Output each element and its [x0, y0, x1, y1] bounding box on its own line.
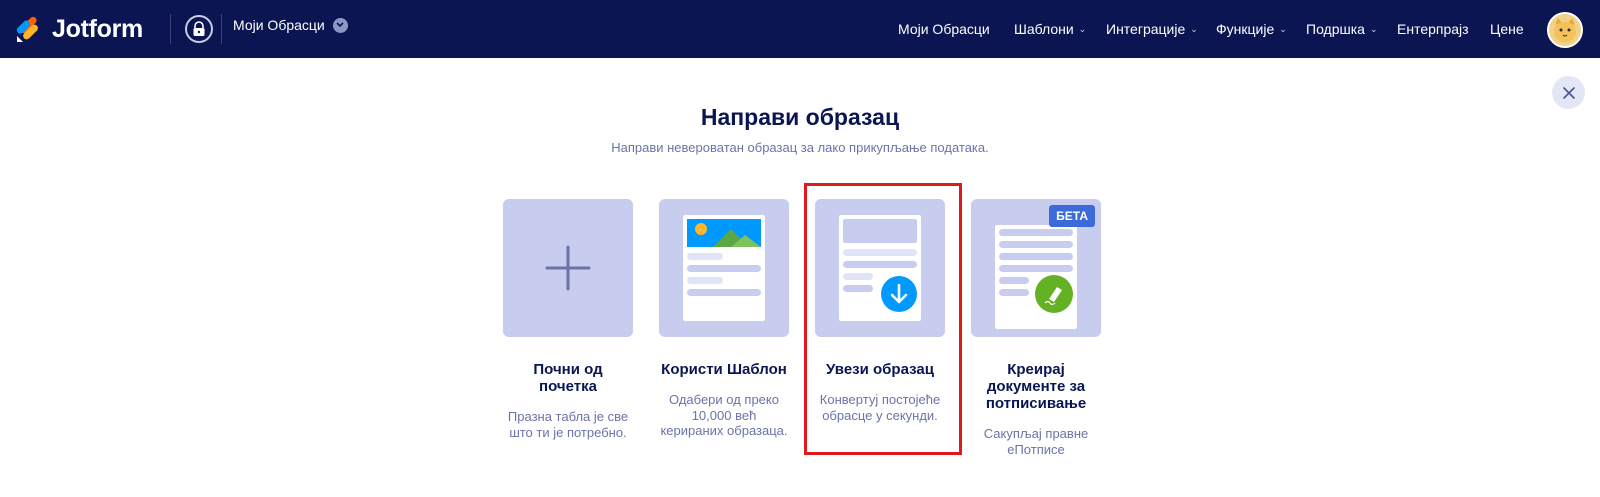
card-thumbnail: БЕТА: [971, 199, 1101, 337]
card-description: Празна табла је све што ти је потребно.: [507, 409, 629, 440]
nav-item-label: Цене: [1490, 21, 1524, 37]
nav-item-templates[interactable]: Шаблони ⌄: [1014, 21, 1086, 37]
card-import-form[interactable]: Увези образац Конвертуј постојеће обрасц…: [815, 199, 945, 423]
card-description: Конвертуј постојеће обрасце у секунди.: [819, 392, 941, 423]
image-icon: [687, 219, 761, 247]
nav-item-label: Ентерпрајз: [1397, 21, 1469, 37]
sign-paper-icon: [995, 225, 1077, 329]
top-navbar: Jotform Моји Обрасци Моји Обрасци Шаблон…: [0, 0, 1600, 58]
nav-item-my-forms[interactable]: Моји Обрасци: [898, 21, 990, 37]
nav-item-features[interactable]: Функције ⌄: [1216, 21, 1287, 37]
template-paper-icon: [683, 215, 765, 321]
page-title: Направи образац: [700, 104, 900, 130]
nav-item-label: Подршка: [1306, 21, 1365, 37]
card-sign-documents[interactable]: БЕТА Креирај документе за потписивање Са…: [971, 199, 1101, 457]
myforms-dropdown-label: Моји Обрасци: [233, 17, 325, 33]
card-title: Креирај документе за потписивање: [985, 361, 1087, 412]
card-thumbnail: [659, 199, 789, 337]
nav-item-label: Интеграције: [1106, 21, 1186, 37]
chevron-down-icon: [332, 17, 348, 33]
cat-avatar-icon: [1554, 18, 1576, 42]
pen-sign-icon: [1035, 275, 1073, 313]
myforms-dropdown-button[interactable]: Моји Обрасци: [233, 17, 348, 33]
close-icon: [1562, 86, 1575, 99]
nav-item-label: Функције: [1216, 21, 1275, 37]
nav-item-label: Моји Обрасци: [898, 21, 990, 37]
card-thumbnail: [815, 199, 945, 337]
plus-icon: [545, 245, 591, 291]
nav-item-label: Шаблони: [1014, 21, 1074, 37]
download-icon: [881, 276, 917, 312]
card-description: Одабери од преко 10,000 већ керираних об…: [660, 392, 788, 438]
chevron-down-icon: ⌄: [1369, 23, 1378, 34]
jotform-logo-icon: [16, 16, 38, 43]
nav-item-support[interactable]: Подршка ⌄: [1306, 21, 1378, 37]
card-use-template[interactable]: Користи Шаблон Одабери од преко 10,000 в…: [659, 199, 789, 439]
lock-icon[interactable]: [185, 15, 213, 43]
nav-item-pricing[interactable]: Цене: [1490, 21, 1524, 37]
page-subtitle: Направи невероватан образац за лако прик…: [611, 140, 989, 155]
user-avatar[interactable]: [1547, 12, 1583, 48]
chevron-down-icon: ⌄: [1078, 23, 1087, 34]
brand-name: Jotform: [52, 14, 143, 43]
chevron-down-icon: ⌄: [1279, 23, 1287, 34]
card-description: Сакупљај правне еПотписе: [983, 426, 1089, 457]
header-divider: [221, 14, 222, 44]
chevron-down-icon: ⌄: [1190, 23, 1198, 34]
card-start-from-scratch[interactable]: Почни од почетка Празна табла је све што…: [503, 199, 633, 440]
jotform-logo[interactable]: Jotform: [16, 14, 143, 44]
header-divider: [170, 14, 171, 44]
beta-badge: БЕТА: [1049, 205, 1095, 227]
import-paper-icon: [839, 215, 921, 321]
nav-item-enterprise[interactable]: Ентерпрајз: [1397, 21, 1469, 37]
card-thumbnail: [503, 199, 633, 337]
card-title: Увези образац: [826, 361, 934, 378]
card-title: Користи Шаблон: [661, 361, 787, 378]
card-title: Почни од почетка: [533, 361, 603, 395]
nav-item-integrations[interactable]: Интеграције ⌄: [1106, 21, 1198, 37]
